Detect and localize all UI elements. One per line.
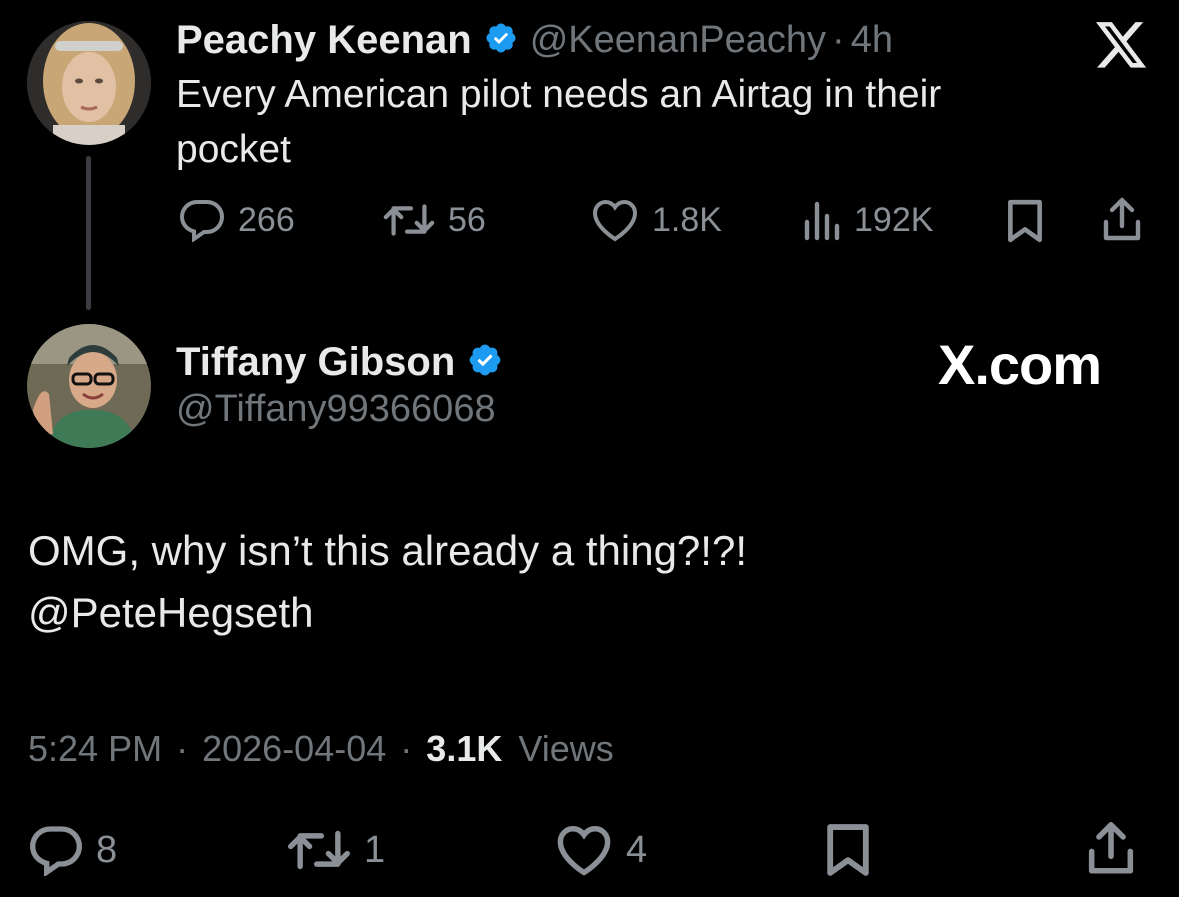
dot-separator: · (832, 18, 845, 61)
reply-repost-button[interactable]: 1 (286, 824, 385, 876)
reply-author-name[interactable]: Tiffany Gibson (176, 340, 455, 385)
reply-icon (29, 826, 83, 876)
reply-bookmark-button[interactable] (822, 822, 874, 878)
bookmark-icon (1008, 199, 1042, 243)
peachy-avatar[interactable] (27, 21, 151, 145)
reply-views-label: Views (518, 728, 614, 769)
reply-date[interactable]: 2026-04-04 (202, 728, 386, 769)
original-like-button[interactable]: 1.8K (590, 198, 722, 242)
reply-tweet-text: OMG, why isn’t this already a thing?!?! … (28, 520, 1148, 644)
bookmark-icon (827, 824, 869, 876)
x-com-brand: X.com (938, 333, 1102, 396)
share-icon (1103, 197, 1141, 241)
views-icon (804, 201, 840, 241)
reply-text-mention[interactable]: @PeteHegseth (28, 582, 1148, 644)
original-repost-button[interactable]: 56 (382, 198, 486, 242)
original-bookmark-button[interactable] (1004, 198, 1046, 244)
reply-repost-count: 1 (364, 828, 386, 871)
tweet-time-ago[interactable]: 4h (851, 19, 893, 62)
original-like-count: 1.8K (652, 200, 722, 239)
dot-separator: · (400, 728, 413, 769)
repost-icon (288, 830, 350, 870)
reply-icon (179, 200, 225, 242)
original-views-button[interactable]: 192K (800, 198, 933, 242)
reply-share-button[interactable] (1084, 820, 1138, 878)
reply-like-count: 4 (626, 828, 648, 871)
reply-author-handle[interactable]: @Tiffany99366068 (176, 388, 496, 431)
original-tweet-text: Every American pilot needs an Airtag in … (176, 67, 1076, 177)
tiffany-avatar-photo (27, 324, 151, 448)
reply-views-count: 3.1K (426, 728, 503, 769)
reply-reply-count: 8 (96, 828, 118, 871)
original-tweet-header: Peachy Keenan @KeenanPeachy · 4h (176, 16, 893, 64)
x-logo-icon (1096, 22, 1148, 75)
original-author-handle[interactable]: @KeenanPeachy (530, 19, 826, 62)
reply-reply-button[interactable]: 8 (28, 824, 117, 876)
original-reply-count: 266 (238, 200, 295, 239)
original-views-count: 192K (854, 200, 934, 239)
tiffany-avatar[interactable] (27, 324, 151, 448)
reply-time[interactable]: 5:24 PM (28, 728, 162, 769)
peachy-avatar-photo (27, 21, 151, 145)
original-share-button[interactable] (1100, 196, 1144, 244)
share-icon (1088, 822, 1134, 874)
reply-meta: 5:24 PM · 2026-04-04 · 3.1K Views (28, 728, 614, 770)
original-text-line-2: pocket (176, 128, 291, 171)
original-text-line-1: Every American pilot needs an Airtag in … (176, 73, 942, 116)
like-icon (557, 826, 611, 876)
repost-icon (383, 204, 435, 236)
reply-like-button[interactable]: 4 (554, 824, 647, 876)
thread-connector-line (86, 156, 91, 310)
original-author-name[interactable]: Peachy Keenan (176, 18, 472, 63)
dot-separator: · (176, 728, 189, 769)
original-reply-button[interactable]: 266 (178, 198, 295, 242)
like-icon (592, 199, 638, 242)
verified-badge-icon (467, 342, 503, 383)
original-repost-count: 56 (448, 200, 486, 239)
verified-badge-icon (484, 21, 518, 60)
reply-tweet-header: Tiffany Gibson (176, 338, 503, 386)
reply-text-line-1: OMG, why isn’t this already a thing?!?! (28, 527, 747, 574)
